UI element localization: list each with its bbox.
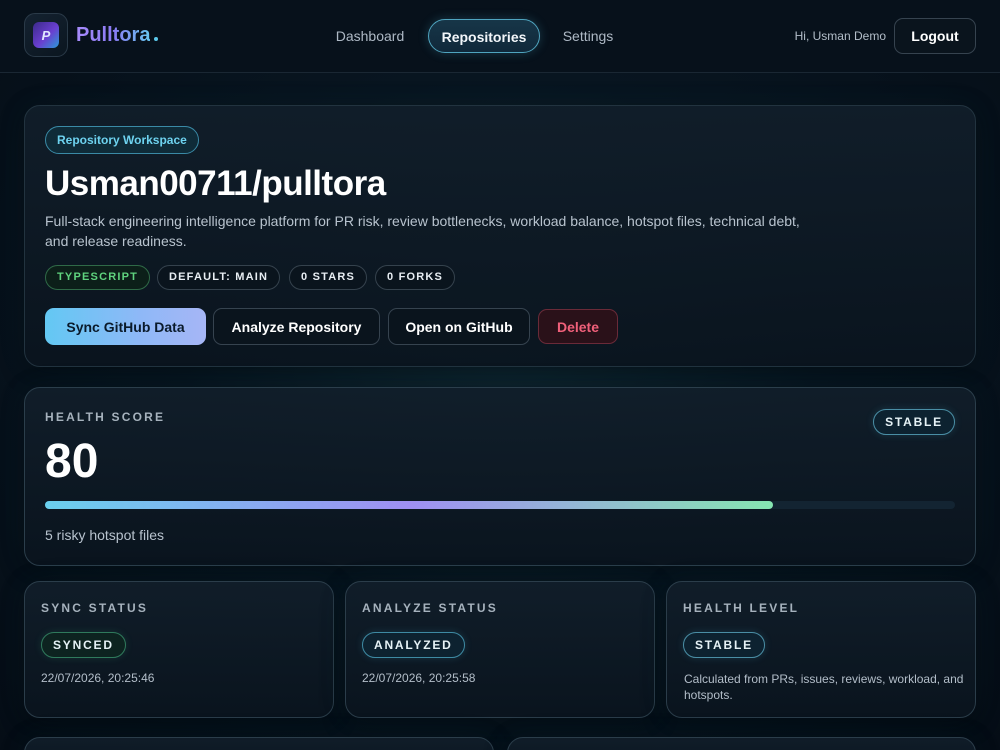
language-tag: TYPESCRIPT xyxy=(45,265,151,290)
analyze-repository-button[interactable]: Analyze Repository xyxy=(213,308,380,345)
analyze-status-label: ANALYZE STATUS xyxy=(362,601,498,615)
health-progress-fill xyxy=(45,501,773,509)
analyze-timestamp: 22/07/2026, 20:25:58 xyxy=(362,671,476,685)
brand-name[interactable]: Pulltora xyxy=(76,24,150,47)
stars-tag: 0 STARS xyxy=(289,265,368,290)
user-greeting: Hi, Usman Demo xyxy=(794,29,886,43)
sync-github-button[interactable]: Sync GitHub Data xyxy=(45,308,206,345)
health-score-label: HEALTH SCORE xyxy=(45,410,166,424)
hotspot-summary: 5 risky hotspot files xyxy=(45,527,165,543)
sync-status-badge: SYNCED xyxy=(41,632,126,658)
workspace-badge: Repository Workspace xyxy=(45,126,199,154)
app-logo[interactable]: P xyxy=(24,13,68,57)
health-level-label: HEALTH LEVEL xyxy=(683,601,800,615)
repository-description: Full-stack engineering intelligence plat… xyxy=(45,213,800,249)
health-status-badge: STABLE xyxy=(873,409,955,435)
brand-dot-icon xyxy=(154,37,158,41)
analyze-status-badge: ANALYZED xyxy=(362,632,465,658)
health-level-card: HEALTH LEVEL STABLE Calculated from PRs,… xyxy=(666,581,976,718)
logout-button[interactable]: Logout xyxy=(894,18,976,54)
top-navigation-bar: P Pulltora Dashboard Repositories Settin… xyxy=(0,0,1000,73)
analyze-status-card: ANALYZE STATUS ANALYZED 22/07/2026, 20:2… xyxy=(345,581,655,718)
bottom-left-card xyxy=(24,737,494,750)
default-branch-tag: DEFAULT: MAIN xyxy=(157,265,281,290)
open-on-github-button[interactable]: Open on GitHub xyxy=(388,308,530,345)
health-score-card: HEALTH SCORE 80 STABLE 5 risky hotspot f… xyxy=(24,387,976,566)
health-level-badge: STABLE xyxy=(683,632,765,658)
bottom-right-card xyxy=(507,737,976,750)
health-score-value: 80 xyxy=(45,435,99,488)
nav-settings[interactable]: Settings xyxy=(548,19,628,53)
forks-tag: 0 FORKS xyxy=(375,265,456,290)
repository-title: Usman00711/pulltora xyxy=(45,164,386,203)
repository-overview-card: Repository Workspace Usman00711/pulltora… xyxy=(24,105,976,367)
sync-status-label: SYNC STATUS xyxy=(41,601,149,615)
sync-timestamp: 22/07/2026, 20:25:46 xyxy=(41,671,155,685)
delete-repository-button[interactable]: Delete xyxy=(538,309,618,344)
health-level-note: Calculated from PRs, issues, reviews, wo… xyxy=(684,672,964,702)
nav-repositories[interactable]: Repositories xyxy=(428,19,540,53)
logo-mark-icon: P xyxy=(33,22,59,48)
nav-dashboard[interactable]: Dashboard xyxy=(322,19,418,53)
health-progress-bar xyxy=(45,501,955,509)
sync-status-card: SYNC STATUS SYNCED 22/07/2026, 20:25:46 xyxy=(24,581,334,718)
